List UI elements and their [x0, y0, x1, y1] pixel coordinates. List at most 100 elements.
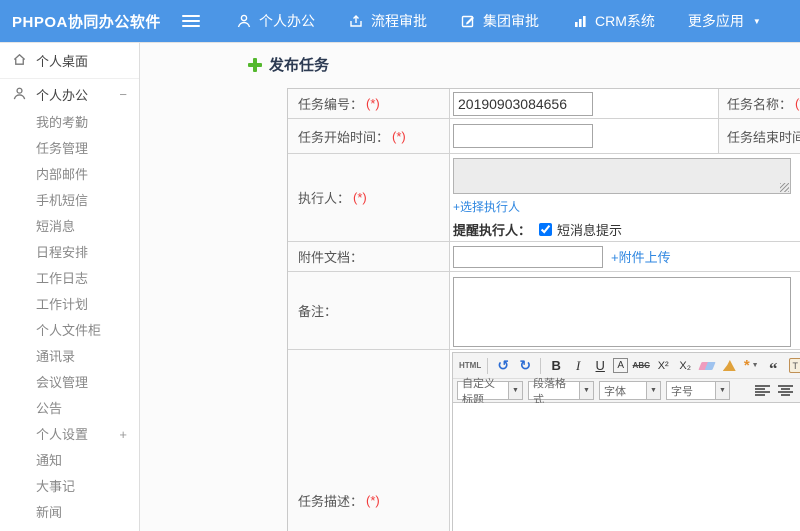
start-time-input[interactable] — [453, 124, 593, 148]
form-row-task-number: 任务编号： (*) 任务名称： (*) — [288, 89, 800, 119]
remark-textarea[interactable] — [453, 276, 791, 347]
required-marker: (*) — [392, 128, 406, 144]
select-value: 段落格式 — [533, 377, 566, 406]
nav-group-approval[interactable]: 集团审批 — [460, 11, 539, 31]
attachment-input[interactable] — [453, 245, 603, 268]
sidebar-item-personal-desktop[interactable]: 个人桌面 — [0, 43, 139, 79]
format-brush-button[interactable] — [720, 356, 738, 376]
collapse-minus-icon[interactable]: − — [119, 87, 127, 102]
bold-button[interactable]: B — [547, 356, 565, 376]
eraser-icon — [698, 361, 716, 370]
nav-crm-system[interactable]: CRM系统 — [572, 11, 655, 31]
sidebar-item-personal-settings[interactable]: 个人设置 + — [0, 422, 139, 448]
required-marker: (*) — [795, 96, 800, 111]
nav-workflow-approval[interactable]: 流程审批 — [348, 11, 427, 31]
sidebar-item-label: 个人设置 — [36, 427, 89, 442]
underline-button[interactable]: U — [591, 356, 609, 376]
topbar-nav: 个人办公 流程审批 集团审批 CRM系统 更多应用 ▼ — [236, 11, 794, 31]
sidebar-item-meeting-management[interactable]: 会议管理 — [0, 370, 139, 396]
flow-approve-icon — [348, 13, 364, 29]
select-value: 自定义标题 — [462, 377, 495, 406]
resize-grip-icon[interactable] — [780, 183, 789, 192]
form-row-description: 任务描述： (*) HTML ↺ ↻ B I U A ABC X² X₂ * ▼… — [288, 350, 800, 531]
paste-template-button[interactable]: T — [786, 356, 800, 376]
custom-heading-select[interactable]: 自定义标题 ▼ — [457, 377, 523, 406]
attachment-label: 附件文档： — [298, 250, 364, 265]
form-row-remark: 备注： — [288, 272, 800, 350]
sidebar-item-personal-office[interactable]: 个人办公 − — [0, 79, 139, 110]
sidebar-item-my-attendance[interactable]: 我的考勤 — [0, 110, 139, 136]
sidebar-item-mobile-sms[interactable]: 手机短信 — [0, 188, 139, 214]
sidebar-item-internal-mail[interactable]: 内部邮件 — [0, 162, 139, 188]
sidebar-item-work-log[interactable]: 工作日志 — [0, 266, 139, 292]
wand-icon: * — [743, 357, 750, 374]
editor-toolbar-row1: HTML ↺ ↻ B I U A ABC X² X₂ * ▼ “ T — [453, 353, 800, 379]
nav-more-apps[interactable]: 更多应用 ▼ — [688, 11, 761, 31]
task-name-label: 任务名称： — [727, 97, 793, 112]
hamburger-menu-icon[interactable] — [182, 15, 200, 27]
html-source-button[interactable]: HTML — [459, 356, 481, 376]
sidebar-item-notice[interactable]: 通知 — [0, 448, 139, 474]
font-border-button[interactable]: A — [613, 358, 629, 373]
expand-plus-icon[interactable]: + — [119, 422, 127, 448]
sidebar-item-task-management[interactable]: 任务管理 — [0, 136, 139, 162]
attachment-cell: +附件上传 — [450, 242, 800, 271]
user-icon — [236, 13, 252, 29]
nav-label: 更多应用 — [687, 13, 744, 29]
eraser-button[interactable] — [698, 356, 716, 376]
nav-label: 集团审批 — [483, 13, 539, 29]
task-number-label: 任务编号： — [298, 97, 364, 112]
blockquote-button[interactable]: “ — [764, 356, 782, 378]
description-label-cell: 任务描述： (*) — [288, 350, 450, 531]
executor-textarea[interactable] — [453, 158, 791, 194]
paragraph-format-select[interactable]: 段落格式 ▼ — [528, 377, 594, 406]
required-marker: (*) — [353, 190, 367, 205]
sidebar-item-announcement[interactable]: 公告 — [0, 396, 139, 422]
align-left-icon[interactable] — [755, 384, 770, 397]
form-row-start-time: 任务开始时间： (*) 任务结束时间： (*) — [288, 119, 800, 154]
executor-label-cell: 执行人： (*) — [288, 154, 450, 241]
task-number-label-cell: 任务编号： (*) — [288, 89, 450, 118]
remind-executor-label: 提醒执行人： — [453, 223, 532, 238]
sidebar-item-personal-files[interactable]: 个人文件柜 — [0, 318, 139, 344]
caret-down-icon: ▼ — [646, 382, 660, 399]
font-size-select[interactable]: 字号 ▼ — [666, 381, 730, 400]
strikethrough-button[interactable]: ABC — [632, 356, 650, 376]
page-header: 发布任务 — [248, 54, 329, 75]
undo-button[interactable]: ↺ — [494, 356, 512, 376]
subscript-button[interactable]: X₂ — [676, 356, 694, 376]
align-center-icon[interactable] — [778, 384, 793, 397]
text-effects-button[interactable]: * ▼ — [742, 356, 760, 376]
font-family-select[interactable]: 字体 ▼ — [599, 381, 661, 400]
redo-button[interactable]: ↻ — [516, 356, 534, 376]
superscript-button[interactable]: X² — [654, 356, 672, 376]
task-number-input[interactable] — [453, 91, 593, 116]
sidebar-item-short-message[interactable]: 短消息 — [0, 214, 139, 240]
sidebar-item-schedule[interactable]: 日程安排 — [0, 240, 139, 266]
caret-down-icon: ▼ — [508, 382, 522, 399]
caret-down-icon: ▼ — [751, 362, 759, 369]
sidebar: 个人桌面 个人办公 − 我的考勤 任务管理 内部邮件 手机短信 短消息 日程安排… — [0, 42, 140, 531]
attachment-upload-link[interactable]: +附件上传 — [611, 247, 671, 266]
nav-personal-office[interactable]: 个人办公 — [236, 11, 315, 31]
select-executor-link[interactable]: +选择执行人 — [453, 198, 520, 215]
sidebar-item-contacts[interactable]: 通讯录 — [0, 344, 139, 370]
bar-chart-icon — [572, 13, 588, 29]
nav-label: 流程审批 — [371, 13, 427, 29]
sidebar-item-work-plan[interactable]: 工作计划 — [0, 292, 139, 318]
sms-remind-checkbox[interactable] — [539, 223, 553, 236]
caret-down-icon: ▼ — [715, 382, 729, 399]
description-label: 任务描述： — [298, 493, 364, 509]
sidebar-item-news[interactable]: 新闻 — [0, 500, 139, 526]
edit-square-icon — [460, 13, 476, 29]
person-icon — [12, 86, 27, 104]
remark-label-cell: 备注： — [288, 272, 450, 349]
nav-label: CRM系统 — [595, 13, 655, 29]
editor-content-area[interactable] — [453, 403, 800, 531]
italic-button[interactable]: I — [569, 356, 587, 376]
caret-down-icon: ▼ — [579, 382, 593, 399]
form-row-executor: 执行人： (*) +选择执行人 提醒执行人： 短消息提示 — [288, 154, 800, 242]
sidebar-item-memorabilia[interactable]: 大事记 — [0, 474, 139, 500]
start-time-label-cell: 任务开始时间： (*) — [288, 119, 450, 153]
caret-down-icon: ▼ — [752, 16, 761, 26]
